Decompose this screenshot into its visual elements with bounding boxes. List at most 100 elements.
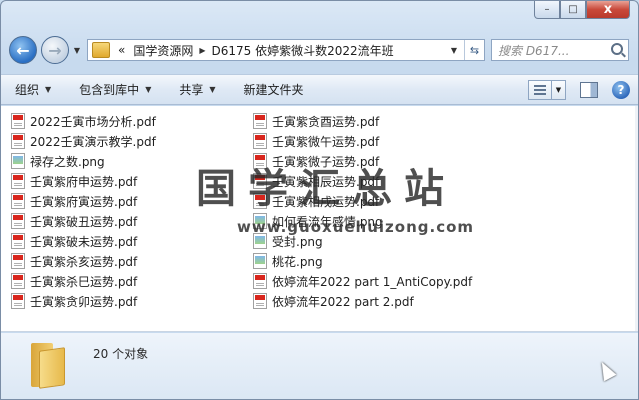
share-menu[interactable]: 共享 ▼ <box>165 81 229 98</box>
file-item[interactable]: 壬寅紫微午运势.pdf <box>253 131 472 151</box>
file-name: 壬寅紫微午运势.pdf <box>272 134 380 149</box>
file-name: 2022壬寅演示教学.pdf <box>30 134 156 149</box>
file-item[interactable]: 依婷流年2022 part 1_AntiCopy.pdf <box>253 271 472 291</box>
breadcrumb-current-folder[interactable]: D6175 依婷紫微斗数2022流年班 <box>208 42 398 59</box>
file-item[interactable]: 2022壬寅演示教学.pdf <box>11 131 156 151</box>
chevron-right-icon[interactable]: ▶ <box>197 46 207 55</box>
pdf-file-icon <box>253 273 267 289</box>
view-options-dropdown[interactable]: ▼ <box>552 80 566 100</box>
pdf-file-icon <box>253 113 267 129</box>
new-folder-button[interactable]: 新建文件夹 <box>230 81 318 98</box>
search-icon[interactable] <box>611 43 623 55</box>
file-column-1: 2022壬寅市场分析.pdf 2022壬寅演示教学.pdf 禄存之数.png 壬寅紫府… <box>11 111 156 311</box>
chevron-down-icon: ▼ <box>209 85 216 94</box>
file-column-2: 壬寅紫贪酉运势.pdf 壬寅紫微午运势.pdf 壬寅紫微子运势.pdf 壬寅紫相辰运势… <box>253 111 472 311</box>
change-view-button[interactable] <box>528 80 552 100</box>
address-bar[interactable]: « 国学资源网 ▶ D6175 依婷紫微斗数2022流年班 ▼ ⇆ <box>87 39 485 61</box>
refresh-icon[interactable]: ⇆ <box>464 40 484 60</box>
pdf-file-icon <box>11 233 25 249</box>
pdf-file-icon <box>11 213 25 229</box>
chevron-down-icon: ▼ <box>45 85 52 94</box>
pdf-file-icon <box>11 253 25 269</box>
back-button[interactable]: ← <box>9 36 37 64</box>
scrollbar[interactable] <box>635 106 638 331</box>
forward-button[interactable]: → <box>41 36 69 64</box>
png-file-icon <box>11 153 25 169</box>
file-name: 壬寅紫相戌运势.pdf <box>272 194 380 209</box>
file-item[interactable]: 壬寅紫贪卯运势.pdf <box>11 291 156 311</box>
file-item[interactable]: 禄存之数.png <box>11 151 156 171</box>
file-name: 桃花.png <box>272 254 323 269</box>
chevron-down-icon: ▼ <box>145 85 152 94</box>
recent-pages-dropdown[interactable]: ▼ <box>71 46 83 55</box>
pdf-file-icon <box>11 113 25 129</box>
file-item[interactable]: 壬寅紫破丑运势.pdf <box>11 211 156 231</box>
pdf-file-icon <box>253 193 267 209</box>
command-bar: 组织 ▼ 包含到库中 ▼ 共享 ▼ 新建文件夹 ▼ ? <box>1 74 638 105</box>
pdf-file-icon <box>253 133 267 149</box>
file-item[interactable]: 壬寅紫府寅运势.pdf <box>11 191 156 211</box>
help-icon[interactable]: ? <box>612 81 630 99</box>
file-name: 壬寅紫杀亥运势.pdf <box>30 254 138 269</box>
file-name: 依婷流年2022 part 2.pdf <box>272 294 414 309</box>
pdf-file-icon <box>11 173 25 189</box>
explorer-window: – □ x ← → ▼ « 国学资源网 ▶ D6175 依婷紫微斗数2022流年… <box>0 0 639 400</box>
breadcrumb-overflow[interactable]: « <box>114 43 129 57</box>
file-item[interactable]: 壬寅紫相辰运势.pdf <box>253 171 472 191</box>
file-item[interactable]: 桃花.png <box>253 251 472 271</box>
file-name: 依婷流年2022 part 1_AntiCopy.pdf <box>272 274 473 289</box>
file-name: 禄存之数.png <box>30 154 105 169</box>
view-list-icon <box>534 84 546 96</box>
pdf-file-icon <box>11 293 25 309</box>
file-item[interactable]: 壬寅紫贪酉运势.pdf <box>253 111 472 131</box>
file-name: 壬寅紫府寅运势.pdf <box>30 194 138 209</box>
folder-icon <box>31 343 65 389</box>
file-item[interactable]: 2022壬寅市场分析.pdf <box>11 111 156 131</box>
file-item[interactable]: 壬寅紫相戌运势.pdf <box>253 191 472 211</box>
file-name: 壬寅紫微子运势.pdf <box>272 154 380 169</box>
breadcrumb-guoxue[interactable]: 国学资源网 <box>129 42 197 59</box>
folder-icon <box>92 42 110 58</box>
file-item[interactable]: 壬寅紫微子运势.pdf <box>253 151 472 171</box>
file-item[interactable]: 依婷流年2022 part 2.pdf <box>253 291 472 311</box>
file-item[interactable]: 壬寅紫杀亥运势.pdf <box>11 251 156 271</box>
file-name: 壬寅紫破丑运势.pdf <box>30 214 138 229</box>
png-file-icon <box>253 253 267 269</box>
file-name: 壬寅紫贪卯运势.pdf <box>30 294 138 309</box>
close-button[interactable]: x <box>586 1 630 19</box>
file-item[interactable]: 壬寅紫杀巳运势.pdf <box>11 271 156 291</box>
file-name: 壬寅紫杀巳运势.pdf <box>30 274 138 289</box>
organize-menu[interactable]: 组织 ▼ <box>1 81 65 98</box>
include-in-library-menu[interactable]: 包含到库中 ▼ <box>65 81 165 98</box>
file-name: 2022壬寅市场分析.pdf <box>30 114 156 129</box>
watermark-url: www.guoxuehuizong.com <box>237 218 475 236</box>
file-name: 壬寅紫破未运势.pdf <box>30 234 138 249</box>
maximize-button[interactable]: □ <box>560 1 586 19</box>
minimize-button[interactable]: – <box>534 1 560 19</box>
preview-pane-icon[interactable] <box>580 82 598 98</box>
file-name: 壬寅紫府申运势.pdf <box>30 174 138 189</box>
file-item[interactable]: 壬寅紫府申运势.pdf <box>11 171 156 191</box>
include-library-label: 包含到库中 <box>79 83 140 97</box>
navigation-bar: ← → ▼ « 国学资源网 ▶ D6175 依婷紫微斗数2022流年班 ▼ ⇆ … <box>9 34 630 66</box>
pdf-file-icon <box>11 133 25 149</box>
file-name: 壬寅紫相辰运势.pdf <box>272 174 380 189</box>
file-list: 2022壬寅市场分析.pdf 2022壬寅演示教学.pdf 禄存之数.png 壬寅紫府… <box>1 106 638 332</box>
search-input[interactable]: 搜索 D617... <box>491 39 629 61</box>
pdf-file-icon <box>253 293 267 309</box>
toolbar-right: ▼ ? <box>528 80 630 100</box>
search-placeholder: 搜索 D617... <box>498 43 570 58</box>
address-dropdown-icon[interactable]: ▼ <box>446 40 462 60</box>
pdf-file-icon <box>11 193 25 209</box>
new-folder-label: 新建文件夹 <box>243 83 304 97</box>
mouse-cursor-icon <box>595 358 617 382</box>
pdf-file-icon <box>11 273 25 289</box>
file-item[interactable]: 壬寅紫破未运势.pdf <box>11 231 156 251</box>
details-pane: 20 个对象 <box>1 333 638 399</box>
caption-buttons: – □ x <box>534 1 630 19</box>
share-label: 共享 <box>179 83 204 97</box>
pdf-file-icon <box>253 153 267 169</box>
item-count: 20 个对象 <box>93 347 149 361</box>
pdf-file-icon <box>253 173 267 189</box>
organize-label: 组织 <box>15 83 40 97</box>
